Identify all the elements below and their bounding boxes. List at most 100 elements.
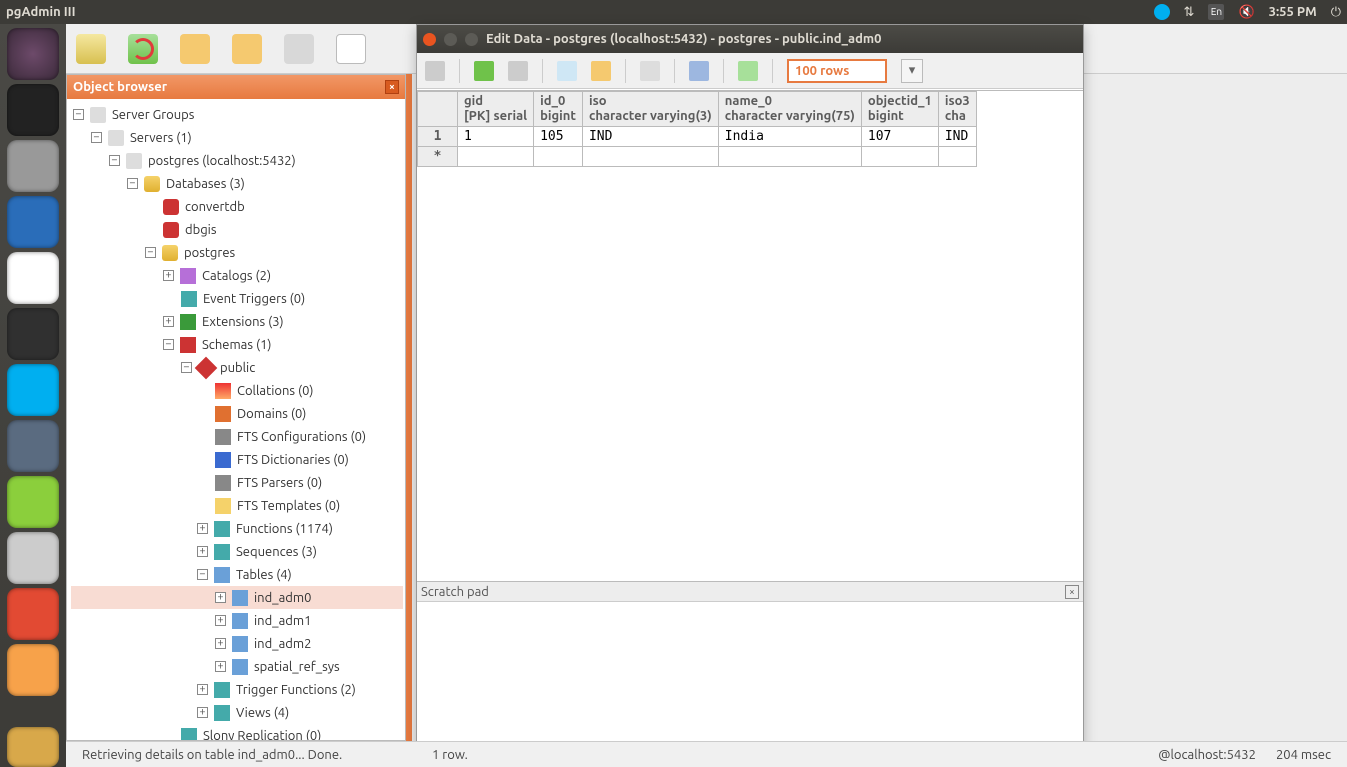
session-icon[interactable]: ⏻ — [1331, 5, 1341, 20]
expand-icon[interactable]: + — [215, 661, 226, 672]
tree-trigger-functions[interactable]: Trigger Functions (2) — [236, 683, 356, 697]
tree-slony[interactable]: Slony Replication (0) — [203, 729, 321, 741]
close-panel-icon[interactable]: × — [385, 80, 399, 94]
tree-table-spatial-ref-sys[interactable]: spatial_ref_sys — [254, 660, 340, 674]
redo-icon[interactable] — [508, 61, 528, 81]
pgadmin-icon[interactable] — [7, 420, 59, 472]
window-minimize-icon[interactable] — [444, 33, 457, 46]
window-maximize-icon[interactable] — [465, 33, 478, 46]
tree-fts-parsers[interactable]: FTS Parsers (0) — [237, 476, 322, 490]
network-icon[interactable]: ⇅ — [1184, 5, 1195, 20]
app-red-icon[interactable] — [7, 588, 59, 640]
cell-iso3[interactable]: IND — [938, 127, 976, 147]
window-close-icon[interactable] — [423, 33, 436, 46]
app-green-icon[interactable] — [7, 476, 59, 528]
expand-icon[interactable]: + — [197, 523, 208, 534]
tree-views[interactable]: Views (4) — [236, 706, 289, 720]
tree-table-ind-adm0[interactable]: ind_adm0 — [254, 591, 311, 605]
collapse-icon[interactable]: − — [127, 178, 138, 189]
collapse-icon[interactable]: − — [109, 155, 120, 166]
tree-schemas[interactable]: Schemas (1) — [202, 338, 272, 352]
tree-server-postgres[interactable]: postgres (localhost:5432) — [148, 154, 296, 168]
new-row[interactable]: * — [418, 147, 977, 167]
drop-icon[interactable] — [284, 34, 314, 64]
col-header-iso3[interactable]: iso3cha — [938, 92, 976, 127]
cell-name0[interactable]: India — [718, 127, 861, 147]
expand-icon[interactable]: + — [163, 316, 174, 327]
undo-icon[interactable] — [474, 61, 494, 81]
tree-tables[interactable]: Tables (4) — [236, 568, 292, 582]
expand-icon[interactable]: + — [197, 546, 208, 557]
row-limit-input[interactable]: 100 rows — [787, 59, 887, 83]
tree-schema-public[interactable]: public — [220, 361, 255, 375]
expand-icon[interactable]: + — [163, 270, 174, 281]
keyboard-layout-indicator[interactable]: En — [1208, 4, 1224, 20]
delete-icon[interactable] — [640, 61, 660, 81]
data-row[interactable]: 1 1 105 IND India 107 IND — [418, 127, 977, 147]
tree-db-postgres[interactable]: postgres — [184, 246, 235, 260]
collapse-icon[interactable]: − — [197, 569, 208, 580]
filter-icon[interactable] — [689, 61, 709, 81]
copy-icon[interactable] — [557, 61, 577, 81]
paste-icon[interactable] — [591, 61, 611, 81]
tree-functions[interactable]: Functions (1174) — [236, 522, 333, 536]
refresh-icon[interactable] — [128, 34, 158, 64]
collapse-icon[interactable]: − — [73, 109, 84, 120]
tree-collations[interactable]: Collations (0) — [237, 384, 314, 398]
cell-iso[interactable]: IND — [582, 127, 718, 147]
cell-objectid1[interactable]: 107 — [861, 127, 938, 147]
row-limit-dropdown-icon[interactable]: ▾ — [901, 59, 923, 83]
expand-icon[interactable]: + — [215, 592, 226, 603]
tree-table-ind-adm1[interactable]: ind_adm1 — [254, 614, 311, 628]
sound-icon[interactable]: 🔇 — [1238, 5, 1254, 20]
col-header-objectid1[interactable]: objectid_1bigint — [861, 92, 938, 127]
object-tree[interactable]: −Server Groups −Servers (1) −postgres (l… — [67, 99, 405, 740]
tree-servers[interactable]: Servers (1) — [130, 131, 192, 145]
collapse-icon[interactable]: − — [181, 362, 192, 373]
trash-icon[interactable] — [7, 727, 59, 767]
collapse-icon[interactable]: − — [145, 247, 156, 258]
cell-gid[interactable]: 1 — [458, 127, 534, 147]
expand-icon[interactable]: + — [215, 615, 226, 626]
expand-icon[interactable]: + — [197, 684, 208, 695]
writer-icon[interactable] — [7, 196, 59, 248]
row-number[interactable]: 1 — [418, 127, 458, 147]
tree-sequences[interactable]: Sequences (3) — [236, 545, 317, 559]
skype-indicator-icon[interactable] — [1154, 4, 1170, 20]
skype-icon[interactable] — [7, 364, 59, 416]
tree-fts-configurations[interactable]: FTS Configurations (0) — [237, 430, 366, 444]
edit-window-titlebar[interactable]: Edit Data - postgres (localhost:5432) - … — [417, 25, 1083, 53]
tree-table-ind-adm2[interactable]: ind_adm2 — [254, 637, 311, 651]
clock[interactable]: 3:55 PM — [1269, 5, 1317, 19]
tree-db-convertdb[interactable]: convertdb — [185, 200, 245, 214]
tree-db-dbgis[interactable]: dbgis — [185, 223, 217, 237]
panel-splitter[interactable] — [406, 74, 412, 741]
tree-extensions[interactable]: Extensions (3) — [202, 315, 284, 329]
dash-icon[interactable] — [7, 28, 59, 80]
help-icon[interactable] — [738, 61, 758, 81]
tree-databases[interactable]: Databases (3) — [166, 177, 245, 191]
tree-event-triggers[interactable]: Event Triggers (0) — [203, 292, 305, 306]
expand-icon[interactable]: + — [197, 707, 208, 718]
app-orange-icon[interactable] — [7, 644, 59, 696]
chrome-icon[interactable] — [7, 252, 59, 304]
row-number-new[interactable]: * — [418, 147, 458, 167]
tree-fts-dictionaries[interactable]: FTS Dictionaries (0) — [237, 453, 349, 467]
files-icon[interactable] — [7, 140, 59, 192]
tree-domains[interactable]: Domains (0) — [237, 407, 306, 421]
col-header-gid[interactable]: gid[PK] serial — [458, 92, 534, 127]
tree-server-groups[interactable]: Server Groups — [112, 108, 194, 122]
col-header-id0[interactable]: id_0bigint — [534, 92, 583, 127]
col-header-iso[interactable]: isocharacter varying(3) — [582, 92, 718, 127]
save-icon[interactable] — [425, 61, 445, 81]
data-grid[interactable]: gid[PK] serial id_0bigint isocharacter v… — [417, 90, 1083, 580]
camera-icon[interactable] — [7, 532, 59, 584]
terminal-icon[interactable] — [7, 84, 59, 136]
tree-fts-templates[interactable]: FTS Templates (0) — [237, 499, 340, 513]
sql-icon[interactable] — [336, 34, 366, 64]
collapse-icon[interactable]: − — [91, 132, 102, 143]
cell-id0[interactable]: 105 — [534, 127, 583, 147]
expand-icon[interactable]: + — [215, 638, 226, 649]
col-header-name0[interactable]: name_0character varying(75) — [718, 92, 861, 127]
connect-icon[interactable] — [76, 34, 106, 64]
